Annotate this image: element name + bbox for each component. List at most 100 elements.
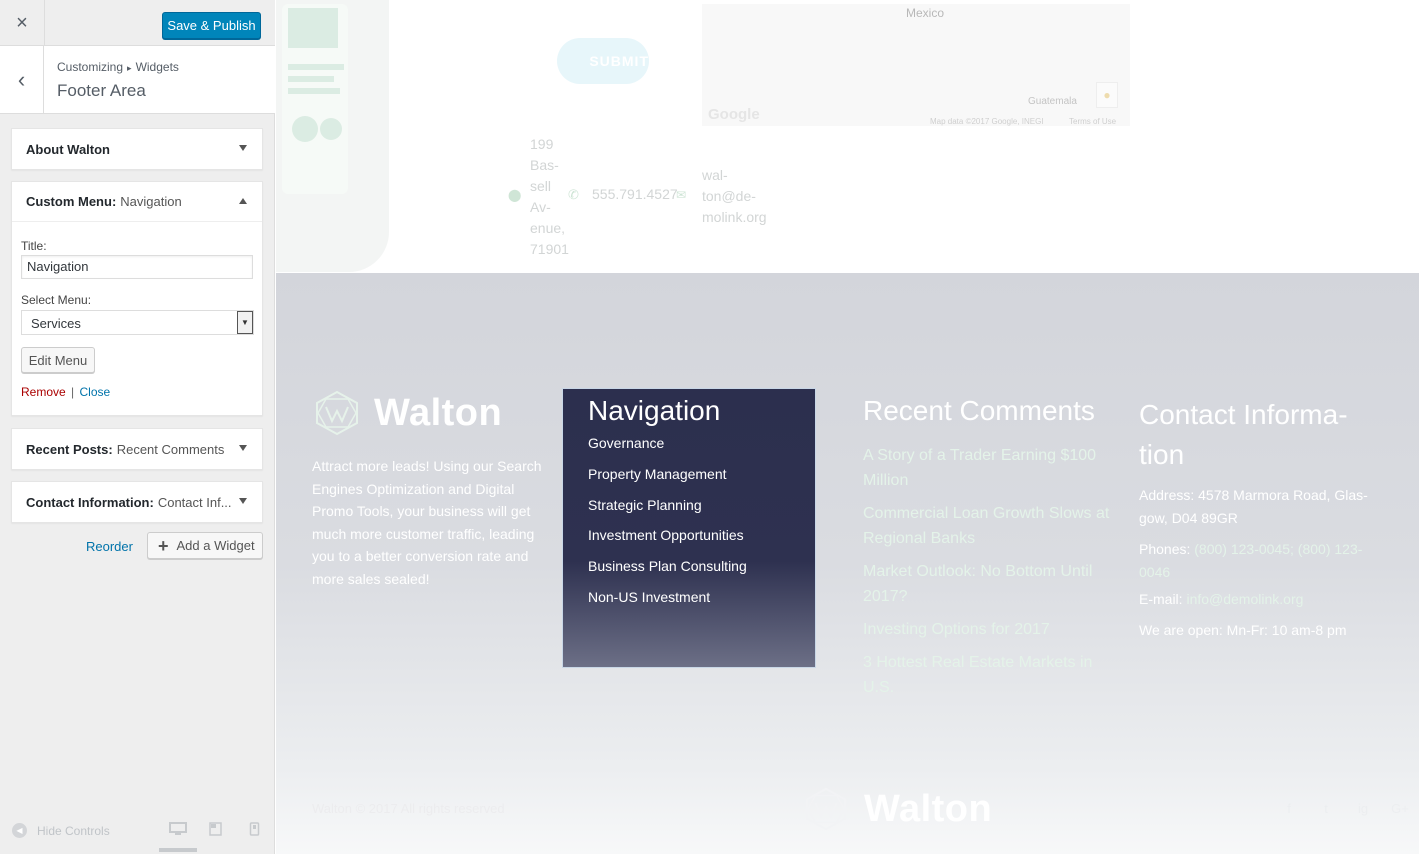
walton-logo-icon (316, 390, 358, 436)
bottom-brand-name: Walton (864, 787, 993, 830)
contact-info-email: E-mail: info@demolink.org (1139, 591, 1303, 607)
nav-link[interactable]: Investment Opportunities (588, 527, 747, 558)
widget-about-header[interactable]: About Walton (12, 129, 262, 169)
section-title: Footer Area (57, 81, 146, 100)
phone-link[interactable]: (800) 123-0045 (1194, 541, 1290, 557)
map-label-region: Guatemala (1028, 96, 1077, 107)
add-widget-label: Add a Widget (176, 538, 255, 553)
widget-recent-header[interactable]: Recent Posts: Recent Comments (12, 429, 262, 469)
nav-link[interactable]: Strategic Planning (588, 497, 747, 528)
section-title-bar: ‹ Customizing ▸ Widgets Footer Area (0, 46, 275, 114)
submit-button[interactable]: SUBMIT (557, 38, 649, 84)
breadcrumb-root: Customizing (57, 60, 124, 74)
walton-logo-icon (805, 787, 847, 831)
map-attribution: Map data ©2017 Google, INEGI (930, 117, 1044, 126)
contact-info-address: Address: 4578 Marmora Road, Glas-gow, D0… (1139, 487, 1368, 526)
edit-menu-button[interactable]: Edit Menu (21, 347, 95, 373)
phone-image (276, 0, 389, 272)
title-input[interactable]: Navigation (21, 255, 253, 279)
customizer-sidebar: × Save & Publish ‹ Customizing ▸ Widgets F… (0, 0, 275, 854)
back-arrow-icon[interactable]: ‹ (0, 46, 44, 113)
navigation-list: Governance Property Management Strategic… (588, 435, 747, 620)
site-footer: Walton Attract more leads! Using our Sea… (276, 273, 1419, 854)
collapse-arrow-icon[interactable] (239, 198, 247, 204)
menu-select[interactable]: Services ▼ (21, 310, 254, 335)
recent-comment-link[interactable]: Commercial Loan Growth Slows at Regional… (863, 501, 1115, 551)
google-logo: Google (708, 106, 760, 123)
recent-comment-link[interactable]: 3 Hottest Real Estate Markets in U.S. (863, 650, 1115, 700)
twitter-icon[interactable]: t (1316, 801, 1336, 816)
contact-email[interactable]: wal-ton@de-molink.org (702, 165, 772, 228)
site-preview: SUBMIT Mexico Guatemala Google Map data … (276, 0, 1419, 854)
facebook-icon[interactable]: f (1279, 801, 1299, 816)
widget-title: Recent Posts: (26, 441, 113, 457)
dropdown-arrow-icon[interactable]: ▼ (237, 311, 253, 334)
save-publish-button[interactable]: Save & Publish (162, 12, 261, 39)
phones-label: Phones: (1139, 541, 1191, 557)
google-plus-icon[interactable]: G+ (1390, 801, 1410, 816)
widget-actions: Remove | Close (21, 385, 253, 399)
map-label-country: Mexico (906, 6, 945, 20)
phone-icon: ✆ (568, 187, 579, 202)
phone-separator: ; (1290, 541, 1294, 557)
plus-icon: + (158, 535, 169, 556)
customizer-footer: ◀ Hide Controls (0, 816, 275, 854)
add-widget-button[interactable]: + Add a Widget (147, 532, 263, 559)
recent-comments-list: A Story of a Trader Earning $100 Million… (863, 443, 1115, 708)
title-label: Title: (21, 239, 47, 253)
brand-name: Walton (374, 391, 503, 434)
social-links: f t ig G+ (1262, 801, 1410, 816)
collapse-circle-icon: ◀ (12, 823, 27, 838)
map-terms-link[interactable]: Terms of Use (1069, 117, 1116, 126)
contact-section: SUBMIT Mexico Guatemala Google Map data … (276, 0, 1419, 273)
pegman-icon[interactable]: ● (1096, 82, 1118, 108)
contact-phone: 555.791.4527 (592, 186, 678, 202)
widget-contact-header[interactable]: Contact Information: Contact Inf... (12, 482, 262, 522)
expand-arrow-icon[interactable] (239, 445, 247, 451)
recent-comment-link[interactable]: Market Outlook: No Bottom Until 2017? (863, 559, 1115, 609)
widget-title: Custom Menu: (26, 194, 117, 209)
expand-arrow-icon[interactable] (239, 145, 247, 151)
widget-subtitle: Contact Inf... (157, 494, 232, 510)
tablet-preview-icon[interactable] (209, 822, 222, 836)
desktop-preview-icon[interactable] (169, 822, 187, 836)
widget-subtitle: Navigation (120, 194, 182, 209)
close-icon[interactable]: × (0, 0, 45, 46)
close-link[interactable]: Close (80, 385, 111, 399)
envelope-icon: ✉ (676, 188, 687, 202)
widget-about: About Walton (11, 128, 263, 170)
map-widget[interactable]: Mexico Guatemala Google Map data ©2017 G… (702, 4, 1130, 126)
instagram-icon[interactable]: ig (1353, 801, 1373, 816)
widget-menu-body: Title: Navigation Select Menu: Services … (12, 239, 262, 399)
widget-title: About Walton (26, 141, 110, 157)
remove-link[interactable]: Remove (21, 385, 66, 399)
footer-brand[interactable]: Walton (312, 389, 502, 437)
phone-screen (282, 4, 348, 194)
nav-link[interactable]: Non-US Investment (588, 589, 747, 620)
widget-menu-header[interactable]: Custom Menu: Navigation (12, 182, 262, 222)
recent-comments-title: Recent Comments (863, 395, 1095, 426)
reorder-link[interactable]: Reorder (86, 539, 133, 554)
email-link[interactable]: info@demolink.org (1186, 591, 1303, 607)
contact-info-title: Contact Informa-tion (1139, 399, 1348, 470)
navigation-widget: Navigation Governance Property Managemen… (562, 388, 816, 668)
widget-recent-posts: Recent Posts: Recent Comments (11, 428, 263, 470)
mobile-preview-icon[interactable] (249, 822, 260, 836)
recent-comment-link[interactable]: A Story of a Trader Earning $100 Million (863, 443, 1115, 493)
widget-contact-info: Contact Information: Contact Inf... (11, 481, 263, 523)
widget-custom-menu: Custom Menu: Navigation Title: Navigatio… (11, 181, 263, 416)
nav-link[interactable]: Business Plan Consulting (588, 558, 747, 589)
location-pin-icon: ⬤ (508, 188, 522, 202)
contact-info-phones: Phones: (800) 123-0045; (800) 123-0046 (1139, 538, 1379, 583)
breadcrumb: Customizing ▸ Widgets (57, 60, 179, 74)
select-menu-label: Select Menu: (21, 293, 92, 307)
about-text: Attract more leads! Using our Search Eng… (312, 458, 542, 587)
bottom-brand[interactable]: Walton (800, 786, 992, 832)
hide-controls-button[interactable]: ◀ Hide Controls (12, 823, 110, 838)
widget-subtitle: Recent Comments (116, 441, 225, 457)
nav-link[interactable]: Governance (588, 435, 747, 466)
expand-arrow-icon[interactable] (239, 498, 247, 504)
nav-link[interactable]: Property Management (588, 466, 747, 497)
copyright-text: Walton © 2017 All rights reserved (312, 801, 505, 816)
recent-comment-link[interactable]: Investing Options for 2017 (863, 617, 1115, 642)
